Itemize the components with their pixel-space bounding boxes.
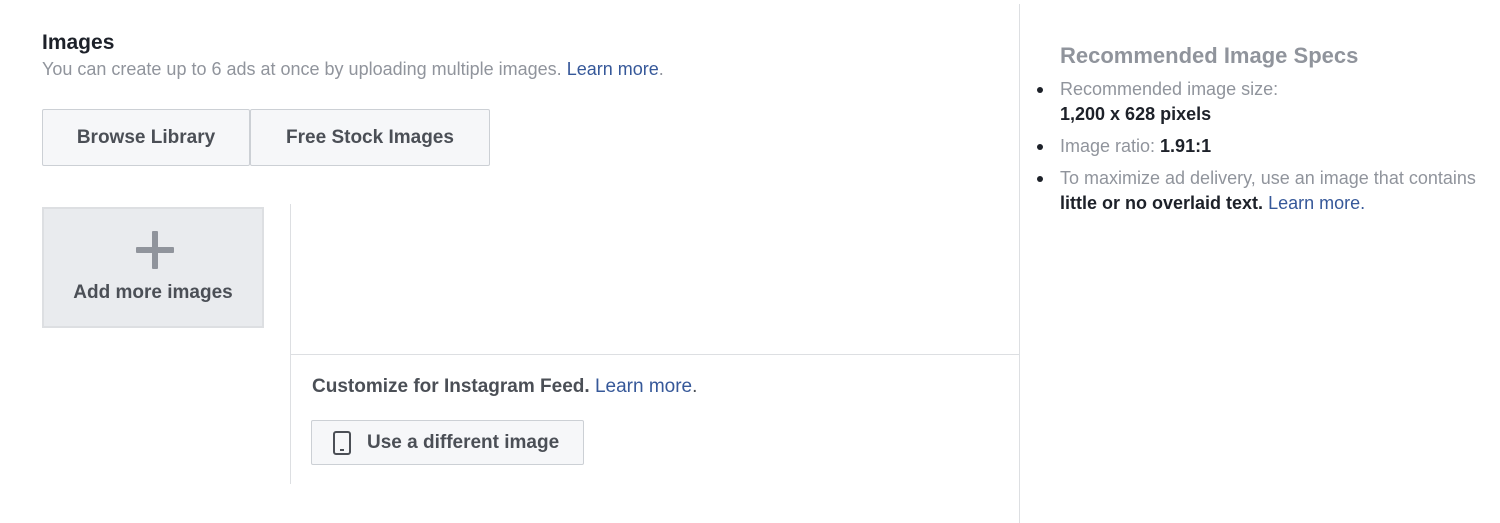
bullet-icon	[1037, 176, 1043, 182]
images-description-period: .	[658, 59, 664, 79]
bullet-icon	[1037, 144, 1043, 150]
bullet-icon	[1037, 87, 1043, 93]
images-panel: Images You can create up to 6 ads at onc…	[0, 0, 1020, 523]
images-description: You can create up to 6 ads at once by up…	[42, 59, 664, 80]
spec-learn-more-link[interactable]: Learn more	[1268, 193, 1360, 213]
spec-text-prefix: To maximize ad delivery, use an image th…	[1060, 168, 1476, 188]
phone-icon	[333, 430, 351, 455]
image-source-buttons: Browse Library Free Stock Images	[42, 109, 490, 166]
spec-period: .	[1360, 193, 1366, 213]
use-different-image-button[interactable]: Use a different image	[311, 420, 584, 465]
spec-ratio-value: 1.91:1	[1160, 136, 1212, 156]
spec-text-bold: little or no overlaid text.	[1060, 193, 1264, 213]
image-preview-area: Customize for Instagram Feed. Learn more…	[290, 204, 1020, 484]
images-learn-more-link[interactable]: Learn more	[567, 59, 659, 79]
images-title: Images	[42, 31, 115, 54]
instagram-learn-more-link[interactable]: Learn more	[595, 376, 692, 397]
specs-title: Recommended Image Specs	[1060, 43, 1359, 68]
plus-icon	[136, 231, 174, 269]
spec-ratio-label: Image ratio:	[1060, 136, 1161, 156]
spec-item-ratio: Image ratio: 1.91:1	[1037, 134, 1490, 159]
images-description-text: You can create up to 6 ads at once by up…	[42, 59, 562, 79]
browse-library-button[interactable]: Browse Library	[42, 109, 250, 166]
instagram-customize-line: Customize for Instagram Feed. Learn more…	[312, 376, 697, 398]
add-more-images-label: Add more images	[73, 282, 233, 303]
specs-list: Recommended image size: 1,200 x 628 pixe…	[1037, 77, 1490, 223]
spec-item-text: To maximize ad delivery, use an image th…	[1037, 166, 1490, 216]
spec-size-label: Recommended image size:	[1060, 79, 1279, 99]
instagram-period: .	[692, 376, 698, 397]
instagram-customize-title: Customize for Instagram Feed.	[312, 376, 590, 397]
add-more-images-tile[interactable]: Add more images	[42, 207, 264, 328]
spec-item-size: Recommended image size: 1,200 x 628 pixe…	[1037, 77, 1490, 127]
preview-divider	[291, 354, 1020, 355]
use-different-image-label: Use a different image	[367, 431, 560, 453]
specs-panel: Recommended Image Specs Recommended imag…	[1020, 0, 1500, 523]
free-stock-images-button[interactable]: Free Stock Images	[250, 109, 490, 166]
spec-size-value: 1,200 x 628 pixels	[1060, 104, 1212, 124]
